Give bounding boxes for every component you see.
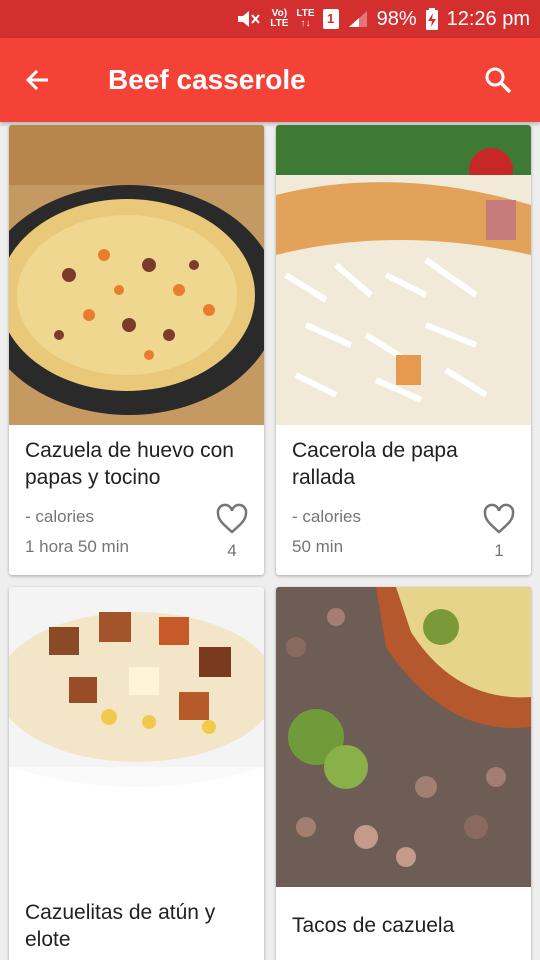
like-count: 1 [494, 541, 504, 560]
recipe-card[interactable]: Cazuelitas de atún y elote [9, 587, 264, 960]
recipe-name: Tacos de cazuela [292, 914, 455, 937]
recipe-image [9, 125, 264, 425]
recipe-name: Cacerola de papa rallada [292, 439, 458, 489]
recipe-image [276, 587, 531, 887]
recipe-name: Cazuelitas de atún y elote [25, 901, 216, 951]
recipe-grid: Cazuela de huevo con papas y tocino - ca… [0, 122, 540, 960]
heart-icon[interactable] [215, 503, 249, 535]
battery-percent: 98% [376, 7, 417, 30]
volte-icon: Vo) LTE [270, 8, 289, 29]
search-icon[interactable] [482, 64, 514, 96]
status-icons: Vo) LTE LTE ↑↓ 1 98% 12:26 pm [236, 0, 530, 38]
recipe-name: Cazuela de huevo con papas y tocino [25, 439, 234, 489]
recipe-calories: - calories [292, 507, 361, 526]
recipe-image [276, 125, 531, 425]
app-bar: Beef casserole [0, 38, 540, 122]
status-bar: Vo) LTE LTE ↑↓ 1 98% 12:26 pm [0, 0, 540, 38]
recipe-time: 50 min [292, 537, 344, 556]
page-title: Beef casserole [108, 64, 306, 95]
clock: 12:26 pm [446, 7, 530, 30]
recipe-image [9, 587, 264, 887]
recipe-card[interactable]: Cazuela de huevo con papas y tocino - ca… [9, 125, 264, 575]
recipe-card[interactable]: Tacos de cazuela [276, 587, 531, 960]
lte-icon: LTE ↑↓ [296, 8, 315, 29]
recipe-time: 1 hora 50 min [25, 537, 129, 556]
mute-icon [236, 9, 262, 29]
like-count: 4 [227, 541, 237, 560]
recipe-calories: - calories [25, 507, 94, 526]
heart-icon[interactable] [482, 503, 516, 535]
sim-icon: 1 [322, 9, 339, 29]
signal-icon [347, 9, 369, 29]
recipe-card[interactable]: Cacerola de papa rallada - calories 50 m… [276, 125, 531, 575]
battery-charging-icon [425, 8, 439, 30]
arrow-back-icon[interactable] [22, 64, 54, 96]
